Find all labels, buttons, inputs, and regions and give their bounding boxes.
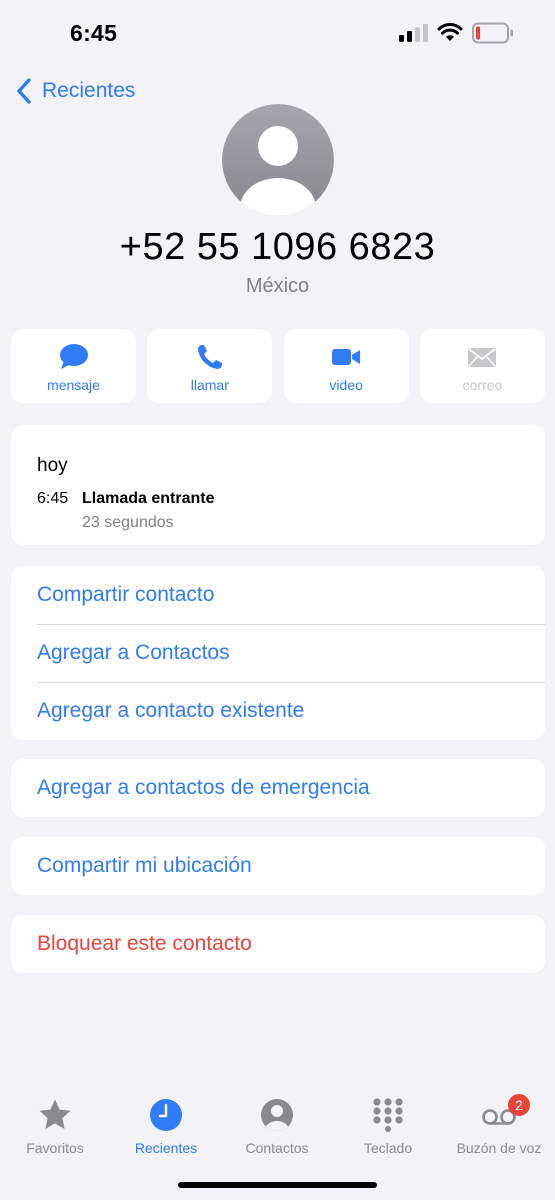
voicemail-badge: 2 [508, 1094, 530, 1116]
tab-favorites-label: Favoritos [26, 1140, 84, 1156]
share-location-button[interactable]: Compartir mi ubicación [11, 837, 545, 895]
home-indicator [178, 1182, 377, 1188]
person-circle-icon [261, 1099, 293, 1131]
call-label: llamar [190, 377, 229, 393]
contact-country: México [245, 275, 310, 297]
call-type: Llamada entrante [82, 490, 215, 507]
clock-icon [150, 1099, 182, 1131]
call-day: hoy [37, 455, 68, 476]
tab-voicemail[interactable]: 2 Buzón de voz [444, 1094, 554, 1156]
mail-icon [468, 348, 497, 367]
tab-favorites[interactable]: Favoritos [0, 1098, 110, 1156]
mail-label: correo [462, 377, 503, 393]
wifi-icon [437, 23, 463, 41]
avatar [222, 104, 334, 216]
video-label: video [329, 377, 363, 393]
call-time: 6:45 [37, 490, 69, 507]
call-duration: 23 segundos [82, 514, 174, 531]
status-bar: 6:45 [0, 0, 555, 66]
phone-icon [197, 345, 222, 369]
tab-keypad-label: Teclado [363, 1140, 413, 1156]
message-label: mensaje [47, 377, 100, 393]
back-button[interactable]: Recientes [14, 74, 135, 108]
video-icon [332, 349, 361, 365]
block-contact-button[interactable]: Bloquear este contacto [11, 915, 545, 973]
tab-contacts[interactable]: Contactos [222, 1098, 332, 1156]
call-button[interactable]: llamar [147, 329, 273, 403]
tab-recents-label: Recientes [134, 1140, 198, 1156]
chevron-left-icon [17, 78, 31, 104]
quick-actions: mensaje llamar video correo [11, 329, 545, 403]
location-group: Compartir mi ubicación [11, 837, 545, 895]
battery-low-icon [472, 22, 513, 44]
share-contact-button[interactable]: Compartir contacto [11, 566, 545, 624]
block-group: Bloquear este contacto [11, 915, 545, 973]
back-label: Recientes [42, 79, 136, 102]
add-emergency-contact-button[interactable]: Agregar a contactos de emergencia [11, 759, 545, 817]
add-to-contacts-button[interactable]: Agregar a Contactos [11, 624, 545, 682]
contact-phone-number: +52 55 1096 6823 [119, 226, 436, 268]
emergency-group: Agregar a contactos de emergencia [11, 759, 545, 817]
status-time: 6:45 [70, 20, 118, 46]
tab-keypad[interactable]: Teclado [333, 1098, 443, 1156]
add-to-existing-contact-button[interactable]: Agregar a contacto existente [11, 682, 545, 740]
contact-options-group: Compartir contacto Agregar a Contactos A… [11, 566, 545, 740]
tab-contacts-label: Contactos [245, 1140, 309, 1156]
cellular-signal-icon [399, 24, 428, 42]
tab-voicemail-label: Buzón de voz [456, 1140, 542, 1156]
mail-button[interactable]: correo [419, 329, 545, 403]
video-button[interactable]: video [283, 329, 409, 403]
tab-recents[interactable]: Recientes [111, 1098, 221, 1156]
message-icon [59, 344, 88, 369]
message-button[interactable]: mensaje [11, 329, 136, 403]
keypad-icon [373, 1098, 403, 1132]
call-history-card: hoy 6:45 Llamada entrante 23 segundos [11, 425, 545, 545]
star-icon [39, 1099, 71, 1129]
